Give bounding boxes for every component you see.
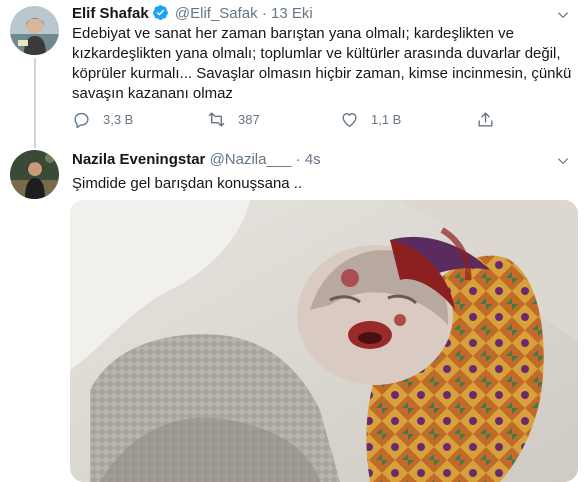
reply-count: 3,3 B: [103, 112, 134, 127]
username[interactable]: @Elif_Safak: [175, 5, 258, 22]
tweet-text-line: savaşın kazananı olmaz: [72, 85, 233, 102]
like-button[interactable]: 1,1 B: [340, 110, 401, 129]
heart-icon: [342, 113, 357, 127]
retweet-button[interactable]: 387: [207, 110, 260, 129]
display-name[interactable]: Nazila Eveningstar: [72, 151, 205, 168]
attached-photo[interactable]: [70, 200, 578, 482]
tweet-header: Nazila Eveningstar @Nazila___ · 4s: [72, 150, 321, 170]
separator-dot: ·: [261, 5, 267, 22]
tweet-text: Edebiyat ve sanat her zaman barıştan yan…: [72, 24, 572, 104]
avatar[interactable]: [10, 6, 59, 55]
retweet-icon: [208, 112, 225, 127]
photo-image: [70, 200, 578, 482]
tweet-actions: 3,3 B 387 1,1 B: [72, 110, 502, 132]
retweet-count: 387: [238, 112, 260, 127]
avatar-photo-icon: [10, 150, 59, 199]
tweet-text-line: köprüler kurmalı... Savaşlar olmasın hiç…: [72, 65, 572, 82]
chevron-down-icon[interactable]: [556, 8, 570, 22]
timestamp[interactable]: 4s: [305, 151, 321, 168]
avatar-photo-icon: [10, 6, 59, 55]
tweet-text-line: Edebiyat ve sanat her zaman barıştan yan…: [72, 25, 514, 42]
tweet-text: Şimdide gel barışdan konuşsana ..: [72, 174, 568, 194]
like-count: 1,1 B: [371, 112, 402, 127]
share-icon: [478, 112, 493, 127]
chevron-down-icon[interactable]: [556, 154, 570, 168]
avatar[interactable]: [10, 150, 59, 199]
tweet-text-line: kızkardeşlikten yana olmalı; toplumlar v…: [72, 45, 561, 62]
separator-dot: ·: [295, 151, 301, 168]
display-name[interactable]: Elif Shafak: [72, 5, 149, 22]
tweet-elif-shafak[interactable]: Elif Shafak @Elif_Safak · 13 Eki Edebiya…: [0, 0, 584, 148]
reply-button[interactable]: 3,3 B: [72, 110, 133, 129]
tweet-text-line: Şimdide gel barışdan konuşsana ..: [72, 175, 303, 192]
share-button[interactable]: [476, 110, 507, 129]
verified-badge-icon: [152, 5, 168, 20]
thread-line: [34, 58, 36, 148]
reply-icon: [74, 112, 89, 129]
timestamp[interactable]: 13 Eki: [271, 5, 313, 22]
tweet-header: Elif Shafak @Elif_Safak · 13 Eki: [72, 4, 313, 24]
username[interactable]: @Nazila___: [210, 151, 292, 168]
